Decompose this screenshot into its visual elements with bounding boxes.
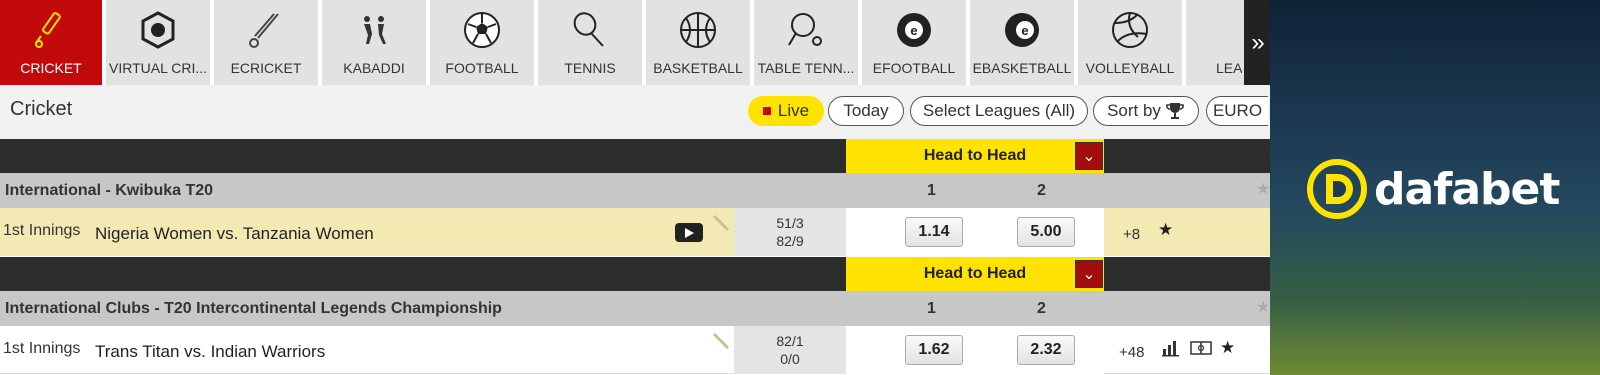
league-name: International Clubs - T20 Intercontinent… [5,300,502,317]
sort-by-button[interactable]: Sort by [1093,96,1199,126]
tab-ecricket-label: ECRICKET [230,60,302,76]
live-indicator-icon [762,107,771,115]
today-filter-button[interactable]: Today [828,96,904,126]
match-score: 82/1 0/0 [734,326,846,374]
tab-table-tennis-label: TABLE TENN... [757,60,855,76]
tab-volleyball[interactable]: VOLLEYBALL [1078,0,1182,85]
market-type-label: Head to Head [846,139,1104,173]
page-root: CRICKET VIRTUAL CRI... ECRICKET KABADDI [0,0,1600,375]
brand-logo: dafabet [1306,158,1560,220]
tab-kabaddi-label: KABADDI [343,60,405,76]
football-icon [430,10,534,50]
tab-tennis[interactable]: TENNIS [538,0,642,85]
tab-ecricket[interactable]: ECRICKET [214,0,318,85]
trophy-icon [1166,103,1184,119]
batting-bat-icon [712,214,730,232]
page-title: Cricket [10,98,73,120]
market-toggle-button[interactable]: ⌄ [1075,142,1103,170]
market-header-band: Head to Head ⌄ [0,257,1270,291]
tab-basketball-label: BASKETBALL [653,60,743,76]
tab-ebasketball[interactable]: e EBASKETBALL [970,0,1074,85]
tab-table-tennis[interactable]: TABLE TENN... [754,0,858,85]
live-stream-icon[interactable] [675,223,703,242]
league-icon [1186,10,1244,50]
score-home: 51/3 [776,215,804,231]
market-header-band: Head to Head ⌄ [0,139,1270,173]
odd-away-button[interactable]: 5.00 [1017,217,1075,247]
sort-by-label: Sort by [1107,101,1161,120]
odd-home-button[interactable]: 1.62 [905,335,963,365]
favourite-league-star-icon[interactable]: ★ [1256,297,1270,317]
brand-name: dafabet [1374,163,1560,215]
svg-text:e: e [910,23,917,38]
tennis-icon [538,10,642,50]
live-filter-button[interactable]: Live [748,96,824,126]
ebasketball-icon: e [970,10,1074,50]
volleyball-icon [1078,10,1182,50]
match-row: 1st Innings Trans Titan vs. Indian Warri… [0,326,1270,374]
odd-home-button[interactable]: 1.14 [905,217,963,247]
column-home-label: 1 [927,182,936,199]
odd-away-button[interactable]: 2.32 [1017,335,1075,365]
tab-kabaddi[interactable]: KABADDI [322,0,426,85]
tab-ebasketball-label: EBASKETBALL [972,60,1072,76]
stats-icon[interactable] [1161,339,1181,357]
pitch-tracker-icon[interactable] [1190,340,1212,356]
score-home: 82/1 [776,333,804,349]
odds-format-select[interactable]: EURO [1206,96,1268,126]
match-teams[interactable]: Nigeria Women vs. Tanzania Women [95,224,374,244]
svg-text:e: e [1021,23,1028,38]
select-leagues-button[interactable]: Select Leagues (All) [910,96,1088,126]
tab-football[interactable]: FOOTBALL [430,0,534,85]
filter-bar: Cricket Live Today Select Leagues (All) … [0,85,1270,139]
brand-panel: dafabet [1270,0,1600,375]
match-teams[interactable]: Trans Titan vs. Indian Warriors [95,342,325,362]
tab-cricket-label: CRICKET [20,60,82,76]
tab-cricket[interactable]: CRICKET [0,0,102,85]
market-toggle-button[interactable]: ⌄ [1075,260,1103,288]
market-type-label: Head to Head [846,257,1104,291]
more-markets-link[interactable]: +48 [1119,344,1144,361]
tab-efootball-label: EFOOTBALL [872,60,956,76]
odds-cell: 1.62 2.32 [846,326,1104,374]
cricket-icon [0,10,102,50]
favourite-league-star-icon[interactable]: ★ [1256,179,1270,199]
tab-league[interactable]: LEAG [1186,0,1244,85]
odds-cell: 1.14 5.00 [846,208,1104,256]
efootball-icon: e [862,10,966,50]
match-period: 1st Innings [3,340,81,357]
live-filter-label: Live [777,101,810,120]
tab-virtual-cricket-label: VIRTUAL CRI... [108,60,208,76]
tab-volleyball-label: VOLLEYBALL [1085,60,1175,76]
tab-league-label: LEAG [1216,60,1242,76]
match-row: 1st Innings Nigeria Women vs. Tanzania W… [0,208,1270,256]
more-sports-button[interactable]: » [1244,0,1270,85]
kabaddi-icon [322,10,426,50]
dafabet-logo-icon [1307,159,1367,219]
favourite-match-star-icon[interactable]: ★ [1158,220,1173,240]
tab-basketball[interactable]: BASKETBALL [646,0,750,85]
column-away-label: 2 [1037,182,1046,199]
sports-nav: CRICKET VIRTUAL CRI... ECRICKET KABADDI [0,0,1270,85]
tab-efootball[interactable]: e EFOOTBALL [862,0,966,85]
tab-virtual-cricket[interactable]: VIRTUAL CRI... [106,0,210,85]
score-away: 0/0 [780,351,800,367]
column-away-label: 2 [1037,300,1046,317]
score-away: 82/9 [776,233,804,249]
league-header[interactable]: International Clubs - T20 Intercontinent… [0,291,1270,326]
basketball-icon [646,10,750,50]
batting-bat-icon [712,332,730,350]
match-period: 1st Innings [3,222,81,239]
column-home-label: 1 [927,300,936,317]
league-header[interactable]: International - Kwibuka T20 1 2 ★ [0,173,1270,208]
ecricket-icon [214,10,318,50]
more-markets-link[interactable]: +8 [1123,226,1140,243]
league-name: International - Kwibuka T20 [5,182,214,199]
tab-football-label: FOOTBALL [445,60,519,76]
tab-tennis-label: TENNIS [564,60,616,76]
match-score: 51/3 82/9 [734,208,846,256]
favourite-match-star-icon[interactable]: ★ [1220,338,1235,358]
virtual-cricket-icon [106,10,210,50]
table-tennis-icon [754,10,858,50]
